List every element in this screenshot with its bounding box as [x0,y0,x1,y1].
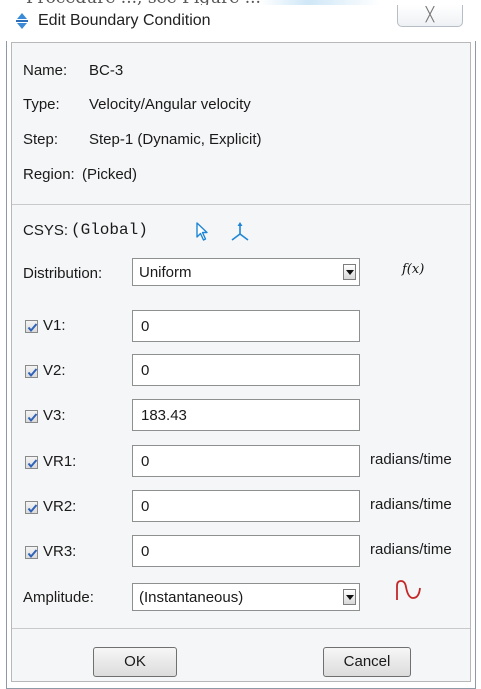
vr3-label: VR3: [43,543,77,560]
v1-field[interactable] [132,310,360,342]
dialog-title: Edit Boundary Condition [38,12,211,29]
v3-field[interactable] [132,399,360,431]
vr1-label: VR1: [43,453,77,470]
vr2-label: VR2: [43,498,77,515]
v1-checkbox[interactable] [25,320,38,333]
vr3-checkbox[interactable] [25,546,38,559]
section-divider [12,204,470,205]
vr3-input[interactable] [133,536,359,566]
name-label: Name: [23,62,68,79]
vr1-input[interactable] [133,446,359,476]
close-icon: ╳ [425,7,435,23]
amplitude-select[interactable]: (Instantaneous) [132,583,360,611]
cancel-button[interactable]: Cancel [323,647,411,677]
amplitude-curve-icon[interactable] [394,578,424,606]
csys-value: (Global) [71,221,148,239]
fx-function-button[interactable]: f(x) [402,262,424,277]
v2-input[interactable] [133,355,359,385]
v3-input[interactable] [133,400,359,430]
vr1-unit: radians/time [370,451,452,468]
axis-triad-icon[interactable] [228,221,252,243]
chevron-down-icon[interactable] [343,264,356,280]
step-label: Step: [23,131,59,148]
move-arrows-icon [14,13,30,29]
select-arrow-icon[interactable] [192,221,214,243]
vr2-unit: radians/time [370,496,452,513]
name-value: BC-3 [89,62,124,79]
chevron-down-icon[interactable] [343,589,356,605]
csys-label: CSYS: [23,222,69,239]
button-divider [12,628,470,629]
type-label: Type: [23,96,60,113]
ok-button[interactable]: OK [93,647,177,677]
vr3-field[interactable] [132,535,360,567]
v2-label: V2: [43,362,66,379]
vr1-field[interactable] [132,445,360,477]
vr2-input[interactable] [133,491,359,521]
amplitude-selected: (Instantaneous) [139,589,244,606]
distribution-select[interactable]: Uniform [132,258,360,286]
vr2-field[interactable] [132,490,360,522]
type-value: Velocity/Angular velocity [89,96,251,113]
v3-checkbox[interactable] [25,410,38,423]
v1-input[interactable] [133,311,359,341]
v3-label: V3: [43,407,66,424]
distribution-selected: Uniform [139,264,192,281]
vr1-checkbox[interactable] [25,456,38,469]
region-label: Region: [23,166,75,183]
v2-checkbox[interactable] [25,365,38,378]
v1-label: V1: [43,317,66,334]
step-value: Step-1 (Dynamic, Explicit) [89,131,262,148]
v2-field[interactable] [132,354,360,386]
distribution-label: Distribution: [23,265,103,282]
region-value: (Picked) [82,166,138,183]
amplitude-label: Amplitude: [23,589,94,606]
vr3-unit: radians/time [370,541,452,558]
vr2-checkbox[interactable] [25,501,38,514]
close-button[interactable]: ╳ [397,5,463,27]
